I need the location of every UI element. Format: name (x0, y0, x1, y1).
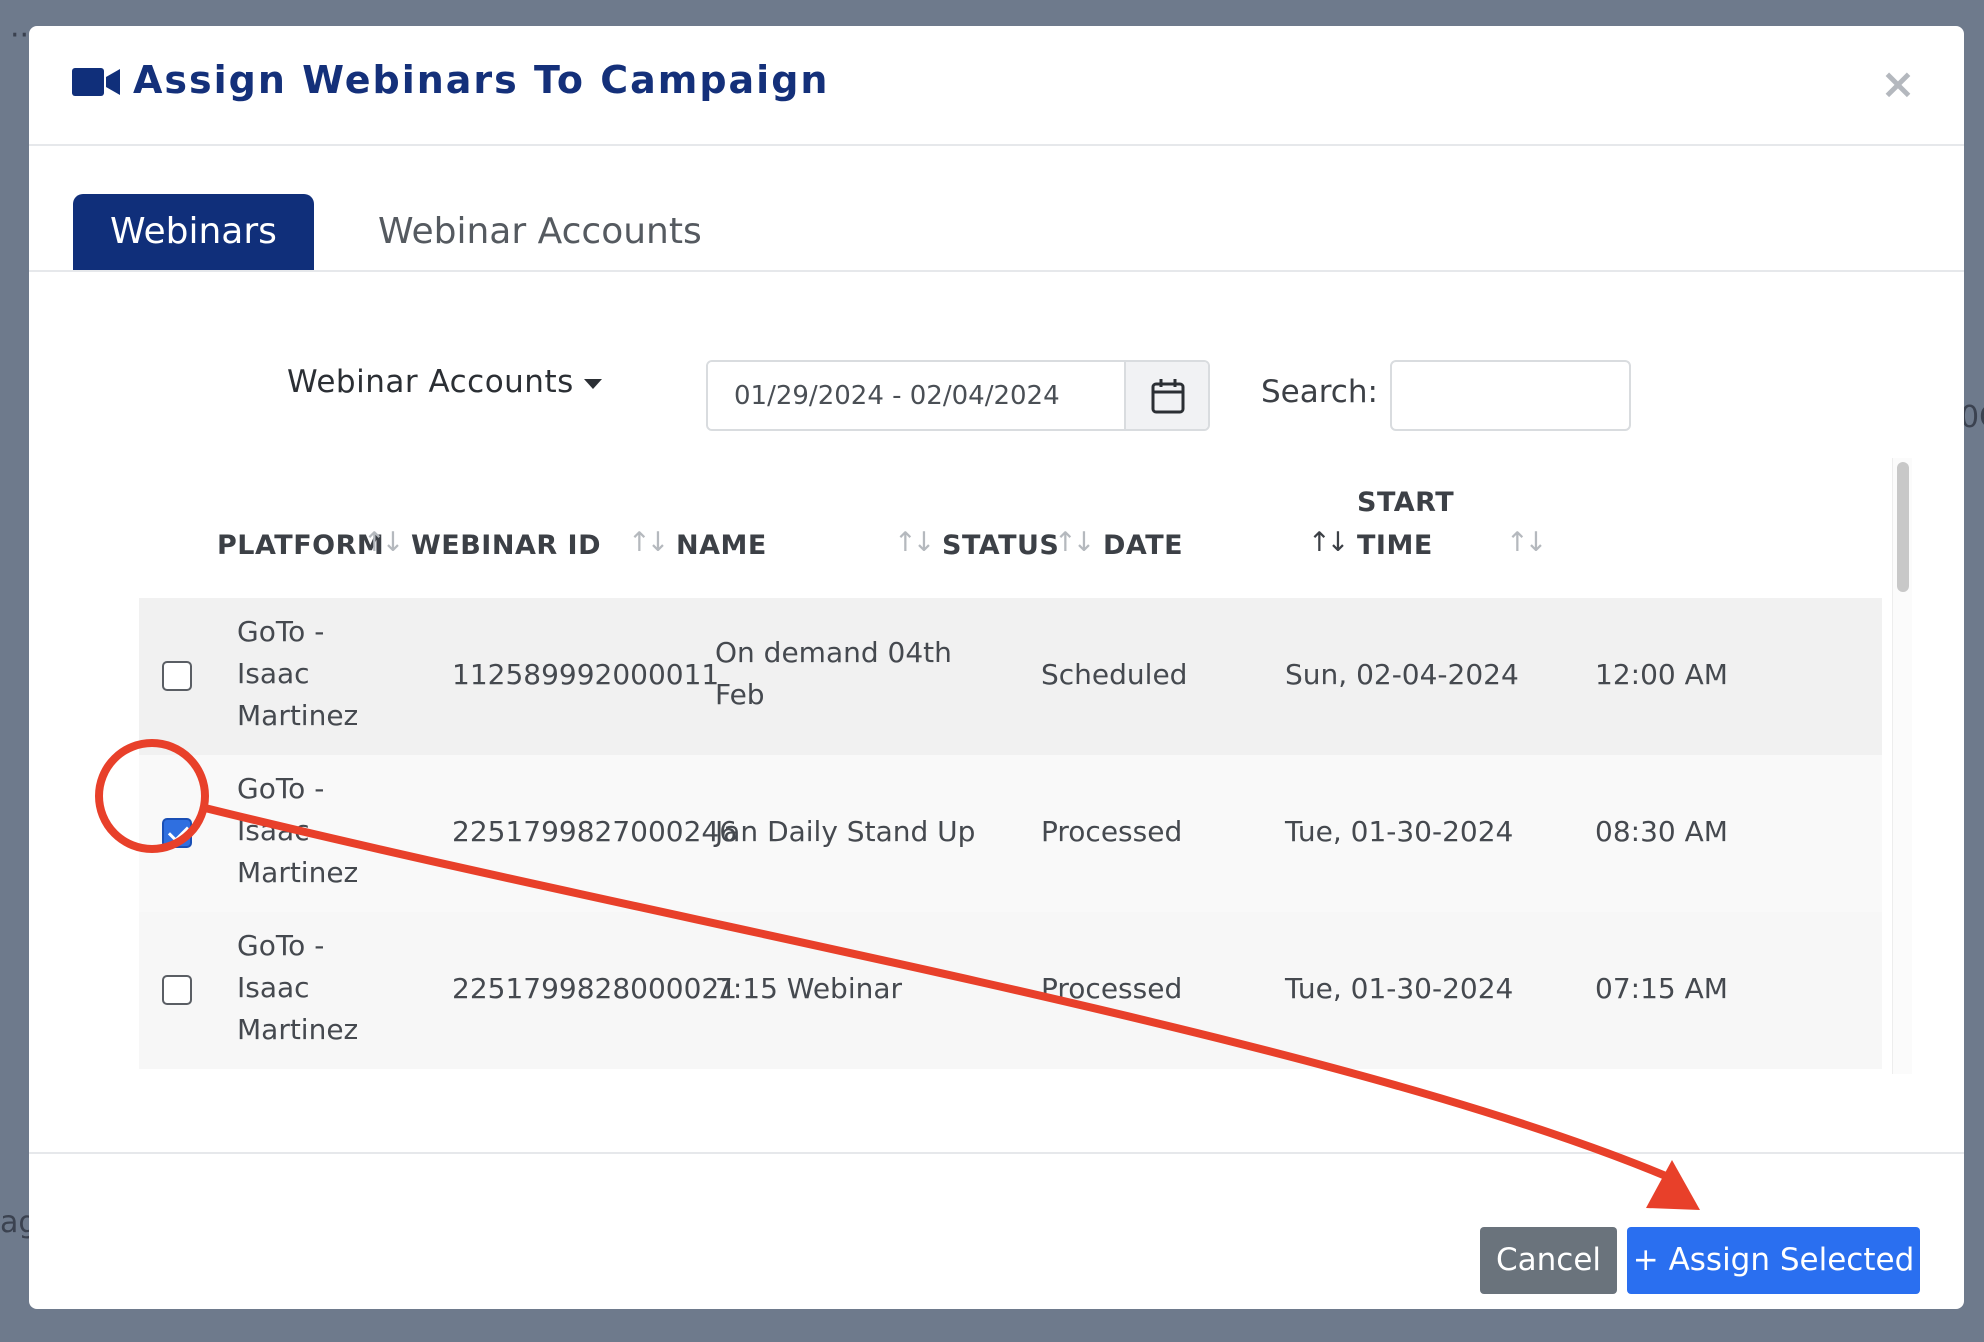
platform-text: GoTo - (237, 929, 325, 962)
assign-webinars-modal: Assign Webinars To Campaign × Webinars W… (29, 26, 1964, 1309)
webinar-id-cell: 2251799827000246 (452, 815, 738, 848)
webinar-accounts-dropdown-label: Webinar Accounts (287, 364, 574, 400)
webinars-table: PLATFORM ↑↓ WEBINAR ID ↑↓ NAME ↑↓ STATUS… (110, 454, 1882, 1074)
tab-bar: Webinars Webinar Accounts (29, 146, 1964, 272)
search-input[interactable] (1390, 360, 1631, 431)
column-header-name[interactable]: NAME (676, 530, 767, 561)
modal-header: Assign Webinars To Campaign × (29, 26, 1964, 146)
video-camera-icon (72, 68, 120, 96)
platform-text: Martinez (237, 699, 359, 732)
sort-icon[interactable]: ↑↓ (363, 527, 404, 558)
row-checkbox[interactable] (162, 975, 192, 1005)
sort-desc-icon[interactable]: ↑↓ (1308, 527, 1349, 558)
name-text: Feb (715, 678, 765, 711)
assign-selected-button[interactable]: + Assign Selected (1627, 1227, 1920, 1294)
close-button[interactable]: × (1874, 60, 1922, 108)
platform-text: Martinez (237, 856, 359, 889)
calendar-button[interactable] (1124, 362, 1208, 429)
status-cell: Processed (1041, 972, 1183, 1005)
column-header-status[interactable]: STATUS (942, 530, 1059, 561)
platform-text: Martinez (237, 1013, 359, 1046)
platform-cell: GoTo - Isaac Martinez (237, 768, 358, 894)
column-header-start-time[interactable]: START (1357, 487, 1454, 518)
platform-text: GoTo - (237, 772, 325, 805)
start-time-cell: 08:30 AM (1595, 815, 1728, 848)
status-cell: Scheduled (1041, 658, 1188, 691)
column-header-webinar-id[interactable]: WEBINAR ID (411, 530, 601, 561)
sort-icon[interactable]: ↑↓ (1506, 527, 1547, 558)
platform-text: Isaac (237, 814, 310, 847)
table-row[interactable]: GoTo - Isaac Martinez 2251799828000021 7… (139, 912, 1882, 1069)
tab-webinar-accounts[interactable]: Webinar Accounts (341, 194, 739, 270)
platform-text: Isaac (237, 657, 310, 690)
webinar-id-cell: 112589992000011 (452, 658, 720, 691)
table-row[interactable]: GoTo - Isaac Martinez 112589992000011 On… (139, 598, 1882, 755)
caret-down-icon (583, 378, 602, 389)
status-cell: Processed (1041, 815, 1183, 848)
filter-bar: Webinar Accounts Search: (29, 332, 1964, 431)
name-text: On demand 04th (715, 636, 952, 669)
table-scrollbar[interactable] (1892, 458, 1912, 1074)
tab-webinars[interactable]: Webinars (73, 194, 314, 270)
calendar-icon (1151, 379, 1185, 414)
search-label: Search: (1261, 374, 1378, 410)
table-row[interactable]: GoTo - Isaac Martinez 2251799827000246 J… (139, 755, 1882, 912)
scrollbar-thumb[interactable] (1897, 462, 1909, 592)
backdrop-ellipsis: ·· (10, 18, 30, 53)
date-cell: Tue, 01-30-2024 (1285, 972, 1514, 1005)
platform-cell: GoTo - Isaac Martinez (237, 611, 358, 737)
start-time-cell: 12:00 AM (1595, 658, 1728, 691)
platform-text: Isaac (237, 971, 310, 1004)
webinar-id-cell: 2251799828000021 (452, 972, 738, 1005)
name-cell: Jan Daily Stand Up (715, 815, 976, 848)
column-header-platform[interactable]: PLATFORM (217, 530, 384, 561)
start-time-cell: 07:15 AM (1595, 972, 1728, 1005)
cancel-button[interactable]: Cancel (1480, 1227, 1617, 1294)
table-header: PLATFORM ↑↓ WEBINAR ID ↑↓ NAME ↑↓ STATUS… (110, 454, 1882, 598)
name-cell: 7:15 Webinar (715, 972, 903, 1005)
sort-icon[interactable]: ↑↓ (1054, 527, 1095, 558)
sort-icon[interactable]: ↑↓ (894, 527, 935, 558)
platform-text: GoTo - (237, 615, 325, 648)
column-header-start-time-line2: TIME (1357, 530, 1433, 561)
column-header-date[interactable]: DATE (1103, 530, 1183, 561)
date-cell: Sun, 02-04-2024 (1285, 658, 1519, 691)
modal-title: Assign Webinars To Campaign (133, 58, 830, 102)
webinar-accounts-dropdown[interactable]: Webinar Accounts (287, 364, 602, 400)
row-checkbox[interactable] (162, 818, 192, 848)
modal-footer: Cancel + Assign Selected (29, 1152, 1964, 1309)
date-range-group (706, 360, 1210, 431)
sort-icon[interactable]: ↑↓ (628, 527, 669, 558)
name-cell: On demand 04th Feb (715, 632, 952, 716)
date-cell: Tue, 01-30-2024 (1285, 815, 1514, 848)
date-range-input[interactable] (708, 362, 1126, 429)
platform-cell: GoTo - Isaac Martinez (237, 925, 358, 1051)
row-checkbox[interactable] (162, 661, 192, 691)
